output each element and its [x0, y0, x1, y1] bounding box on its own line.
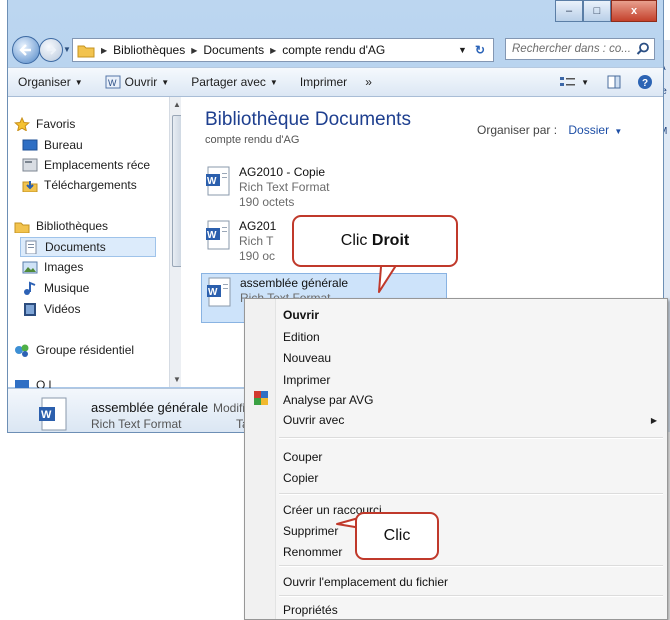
menu-item-new[interactable]: Nouveau [283, 351, 331, 365]
rtf-document-icon: W [206, 220, 230, 250]
arrow-right-icon [47, 45, 57, 55]
menu-item-rename[interactable]: Renommer [283, 545, 342, 559]
address-bar[interactable]: ▶ Bibliothèques ▶ Documents ▶ compte ren… [72, 38, 494, 62]
desktop-icon [22, 139, 38, 151]
rtf-document-icon: W [206, 166, 230, 196]
breadcrumb-folder[interactable]: compte rendu d'AG [282, 43, 385, 57]
command-bar: Organiser ▼ W Ouvrir ▼ Partager avec ▼ Impr… [8, 67, 663, 97]
print-button[interactable]: Imprimer [300, 75, 347, 89]
file-item-ag2010-copie[interactable]: W AG2010 - Copie Rich Text Format 190 octe… [205, 165, 329, 210]
forward-button[interactable] [39, 38, 63, 62]
callout-click: Clic [355, 512, 439, 560]
library-subtitle: compte rendu d'AG [205, 134, 300, 146]
menu-item-edit[interactable]: Edition [283, 330, 320, 344]
history-dropdown-icon[interactable]: ▼ [63, 45, 71, 54]
svg-text:W: W [108, 78, 117, 88]
preview-pane-button[interactable] [607, 75, 621, 89]
libraries-icon [14, 222, 30, 233]
svg-text:W: W [208, 287, 218, 298]
back-button[interactable] [12, 36, 40, 64]
help-icon: ? [638, 75, 652, 89]
nav-desktop[interactable]: Bureau [22, 138, 83, 152]
help-button[interactable]: ? [637, 74, 653, 90]
nav-images[interactable]: Images [22, 260, 83, 274]
more-commands-button[interactable]: » [365, 75, 372, 89]
nav-documents[interactable]: Documents [20, 237, 156, 257]
menu-item-print[interactable]: Imprimer [283, 373, 330, 387]
menu-item-scan-avg[interactable]: Analyse par AVG [283, 393, 374, 407]
organize-menu[interactable]: Organiser ▼ [18, 75, 83, 89]
menu-item-copy[interactable]: Copier [283, 471, 318, 485]
arrange-by-dropdown[interactable]: Dossier [568, 123, 609, 137]
videos-icon [24, 303, 36, 316]
open-menu[interactable]: W Ouvrir ▼ [105, 75, 170, 89]
menu-item-open[interactable]: Ouvrir [283, 308, 319, 322]
nav-videos[interactable]: Vidéos [22, 302, 80, 316]
search-input[interactable]: Rechercher dans : co... [505, 38, 655, 60]
view-list-icon [560, 77, 576, 86]
star-icon [14, 117, 30, 131]
folder-icon [77, 45, 95, 58]
nav-downloads[interactable]: Téléchargements [22, 178, 137, 192]
caption-buttons: – □ x [555, 0, 657, 22]
breadcrumb-libraries[interactable]: Bibliothèques [113, 43, 185, 57]
nav-music[interactable]: Musique [22, 281, 89, 295]
nav-recent-places[interactable]: Emplacements réce [22, 158, 150, 172]
preview-pane-icon [607, 75, 621, 89]
music-icon [24, 281, 36, 295]
dropdown-icon: ▼ [161, 77, 170, 87]
nav-homegroup[interactable]: Groupe résidentiel [14, 343, 134, 357]
dropdown-icon: ▼ [581, 77, 589, 87]
address-dropdown-icon[interactable]: ▼ [458, 45, 467, 55]
menu-item-open-with[interactable]: Ouvrir avec [283, 413, 344, 427]
context-menu: Ouvrir Edition Nouveau Imprimer Analyse … [244, 298, 668, 620]
details-filename: assemblée générale [91, 400, 209, 415]
svg-text:W: W [207, 230, 217, 241]
arrange-by: Organiser par : Dossier ▼ [477, 123, 623, 137]
menu-item-cut[interactable]: Couper [283, 450, 322, 464]
breadcrumb-documents[interactable]: Documents [203, 43, 264, 57]
dropdown-icon[interactable]: ▼ [614, 127, 622, 136]
maximize-button[interactable]: □ [583, 0, 611, 22]
svg-text:?: ? [642, 78, 648, 89]
downloads-icon [22, 181, 38, 192]
rtf-document-large-icon: W [39, 397, 67, 431]
dropdown-icon: ▼ [269, 77, 278, 87]
dropdown-icon: ▼ [74, 77, 83, 87]
recent-places-icon [22, 158, 38, 172]
file-item-ag2010[interactable]: W AG201 Rich T 190 oc [205, 219, 276, 264]
navigation-pane: Favoris Bureau Emplacements réce Télécha… [8, 97, 178, 392]
nav-favorites[interactable]: Favoris [14, 117, 75, 131]
menu-item-properties[interactable]: Propriétés [283, 603, 338, 617]
images-icon [22, 261, 38, 274]
arrow-left-icon [19, 44, 31, 56]
submenu-arrow-icon: ▶ [650, 416, 657, 425]
menu-item-open-location[interactable]: Ouvrir l'emplacement du fichier [283, 575, 448, 589]
svg-text:W: W [41, 409, 52, 421]
scroll-down-icon[interactable]: ▼ [173, 375, 181, 384]
view-options-button[interactable]: ▼ [559, 75, 589, 89]
close-button[interactable]: x [611, 0, 657, 22]
homegroup-icon [15, 344, 29, 357]
details-modified-label: Modifi [213, 401, 246, 415]
nav-libraries[interactable]: Bibliothèques [14, 219, 108, 233]
svg-text:W: W [207, 176, 217, 187]
wordpad-icon: W [105, 75, 121, 89]
avg-icon [254, 391, 268, 405]
documents-icon [25, 240, 37, 254]
details-type: Rich Text Format [91, 417, 182, 431]
library-title: Bibliothèque Documents [205, 109, 411, 130]
callout-right-click: Clic Droit [292, 215, 458, 267]
share-menu[interactable]: Partager avec ▼ [191, 75, 278, 89]
minimize-button[interactable]: – [555, 0, 583, 22]
refresh-icon[interactable]: ↻ [475, 43, 485, 57]
scroll-up-icon[interactable]: ▲ [173, 100, 181, 109]
rtf-document-icon: W [207, 277, 231, 307]
search-icon [636, 42, 649, 55]
menu-item-delete[interactable]: Supprimer [283, 524, 338, 538]
